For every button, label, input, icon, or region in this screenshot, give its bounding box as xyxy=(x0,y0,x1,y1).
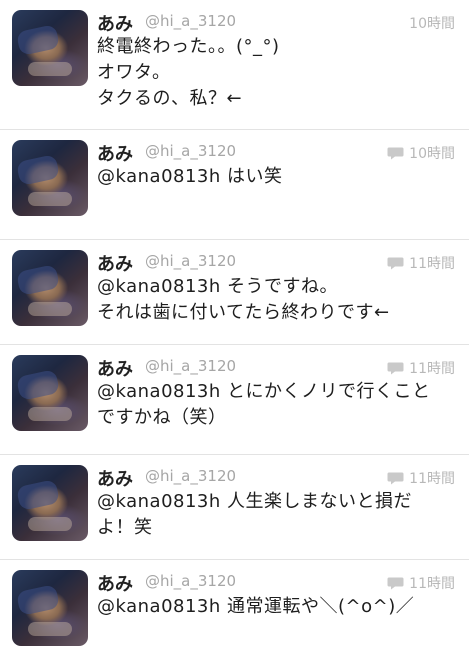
timestamp[interactable]: 10時間 xyxy=(387,143,455,163)
user-handle[interactable]: @hi_a_3120 xyxy=(145,467,236,485)
user-handle[interactable]: @hi_a_3120 xyxy=(145,12,236,30)
user-name[interactable]: あみ xyxy=(97,140,133,166)
tweet-text-line: @kana0813h 人生楽しまないと損だ xyxy=(97,491,413,512)
speech-bubble-icon xyxy=(387,361,404,375)
timestamp[interactable]: 11時間 xyxy=(387,468,455,488)
tweet-text-line: @kana0813h そうですね。 xyxy=(97,276,339,297)
user-name[interactable]: あみ xyxy=(97,570,133,596)
user-handle[interactable]: @hi_a_3120 xyxy=(145,572,236,590)
user-handle[interactable]: @hi_a_3120 xyxy=(145,252,236,270)
tweet-item[interactable]: あみ @hi_a_3120 10時間 @kana0813h はい笑 xyxy=(0,130,469,240)
tweet-text: @kana0813h そうですね。それは歯に付いてたら終わりです← xyxy=(97,274,459,326)
tweet-text: @kana0813h はい笑 xyxy=(97,164,459,190)
tweet-item[interactable]: あみ @hi_a_3120 11時間 @kana0813h とにかくノリで行くこ… xyxy=(0,345,469,455)
user-handle[interactable]: @hi_a_3120 xyxy=(145,142,236,160)
tweet-text-line: それは歯に付いてたら終わりです← xyxy=(97,302,390,323)
tweet-text-line: オワタ。 xyxy=(97,62,171,83)
speech-bubble-icon xyxy=(387,471,404,485)
timestamp[interactable]: 10時間 xyxy=(409,13,455,33)
tweet-text-line: @kana0813h 通常運転や＼(^o^)／ xyxy=(97,596,415,617)
avatar[interactable] xyxy=(12,10,88,86)
user-name[interactable]: あみ xyxy=(97,250,133,276)
speech-bubble-icon xyxy=(387,256,404,270)
tweet-text: @kana0813h とにかくノリで行くこと ですかね（笑） xyxy=(97,379,459,431)
time-label: 11時間 xyxy=(409,361,455,377)
avatar[interactable] xyxy=(12,465,88,541)
tweet-timeline: あみ @hi_a_3120 10時間 終電終わった。。(°_°) オワタ。タクるの… xyxy=(0,0,469,653)
tweet-header: あみ @hi_a_3120 11時間 xyxy=(97,355,455,381)
tweet-text-line: @kana0813h はい笑 xyxy=(97,166,283,187)
tweet-text: 終電終わった。。(°_°) オワタ。タクるの、私？← xyxy=(97,34,459,112)
avatar[interactable] xyxy=(12,355,88,431)
avatar[interactable] xyxy=(12,570,88,646)
user-name[interactable]: あみ xyxy=(97,10,133,36)
user-name[interactable]: あみ xyxy=(97,465,133,491)
timestamp[interactable]: 11時間 xyxy=(387,358,455,378)
user-handle[interactable]: @hi_a_3120 xyxy=(145,357,236,375)
tweet-text-line: タクるの、私？← xyxy=(97,88,243,109)
tweet-item[interactable]: あみ @hi_a_3120 11時間 @kana0813h 人生楽しまないと損だ… xyxy=(0,455,469,560)
speech-bubble-icon xyxy=(387,576,404,590)
tweet-header: あみ @hi_a_3120 11時間 xyxy=(97,250,455,276)
avatar[interactable] xyxy=(12,250,88,326)
time-label: 10時間 xyxy=(409,146,455,162)
tweet-text-line: よ！笑 xyxy=(97,517,153,538)
speech-bubble-icon xyxy=(387,146,404,160)
time-label: 11時間 xyxy=(409,471,455,487)
tweet-text: @kana0813h 人生楽しまないと損だ よ！笑 xyxy=(97,489,459,541)
tweet-text-line: @kana0813h とにかくノリで行くこと xyxy=(97,381,431,402)
tweet-item[interactable]: あみ @hi_a_3120 11時間 @kana0813h そうですね。それは歯… xyxy=(0,240,469,345)
tweet-item[interactable]: あみ @hi_a_3120 10時間 終電終わった。。(°_°) オワタ。タクるの… xyxy=(0,0,469,130)
user-name[interactable]: あみ xyxy=(97,355,133,381)
avatar[interactable] xyxy=(12,140,88,216)
tweet-header: あみ @hi_a_3120 11時間 xyxy=(97,570,455,596)
tweet-header: あみ @hi_a_3120 10時間 xyxy=(97,10,455,36)
timestamp[interactable]: 11時間 xyxy=(387,253,455,273)
tweet-header: あみ @hi_a_3120 11時間 xyxy=(97,465,455,491)
tweet-text-line: ですかね（笑） xyxy=(97,407,227,428)
tweet-text-line: 終電終わった。。(°_°) xyxy=(97,36,280,57)
tweet-item[interactable]: あみ @hi_a_3120 11時間 @kana0813h 通常運転や＼(^o^… xyxy=(0,560,469,653)
time-label: 10時間 xyxy=(409,16,455,32)
time-label: 11時間 xyxy=(409,576,455,592)
tweet-header: あみ @hi_a_3120 10時間 xyxy=(97,140,455,166)
time-label: 11時間 xyxy=(409,256,455,272)
tweet-text: @kana0813h 通常運転や＼(^o^)／ xyxy=(97,594,459,620)
timestamp[interactable]: 11時間 xyxy=(387,573,455,593)
